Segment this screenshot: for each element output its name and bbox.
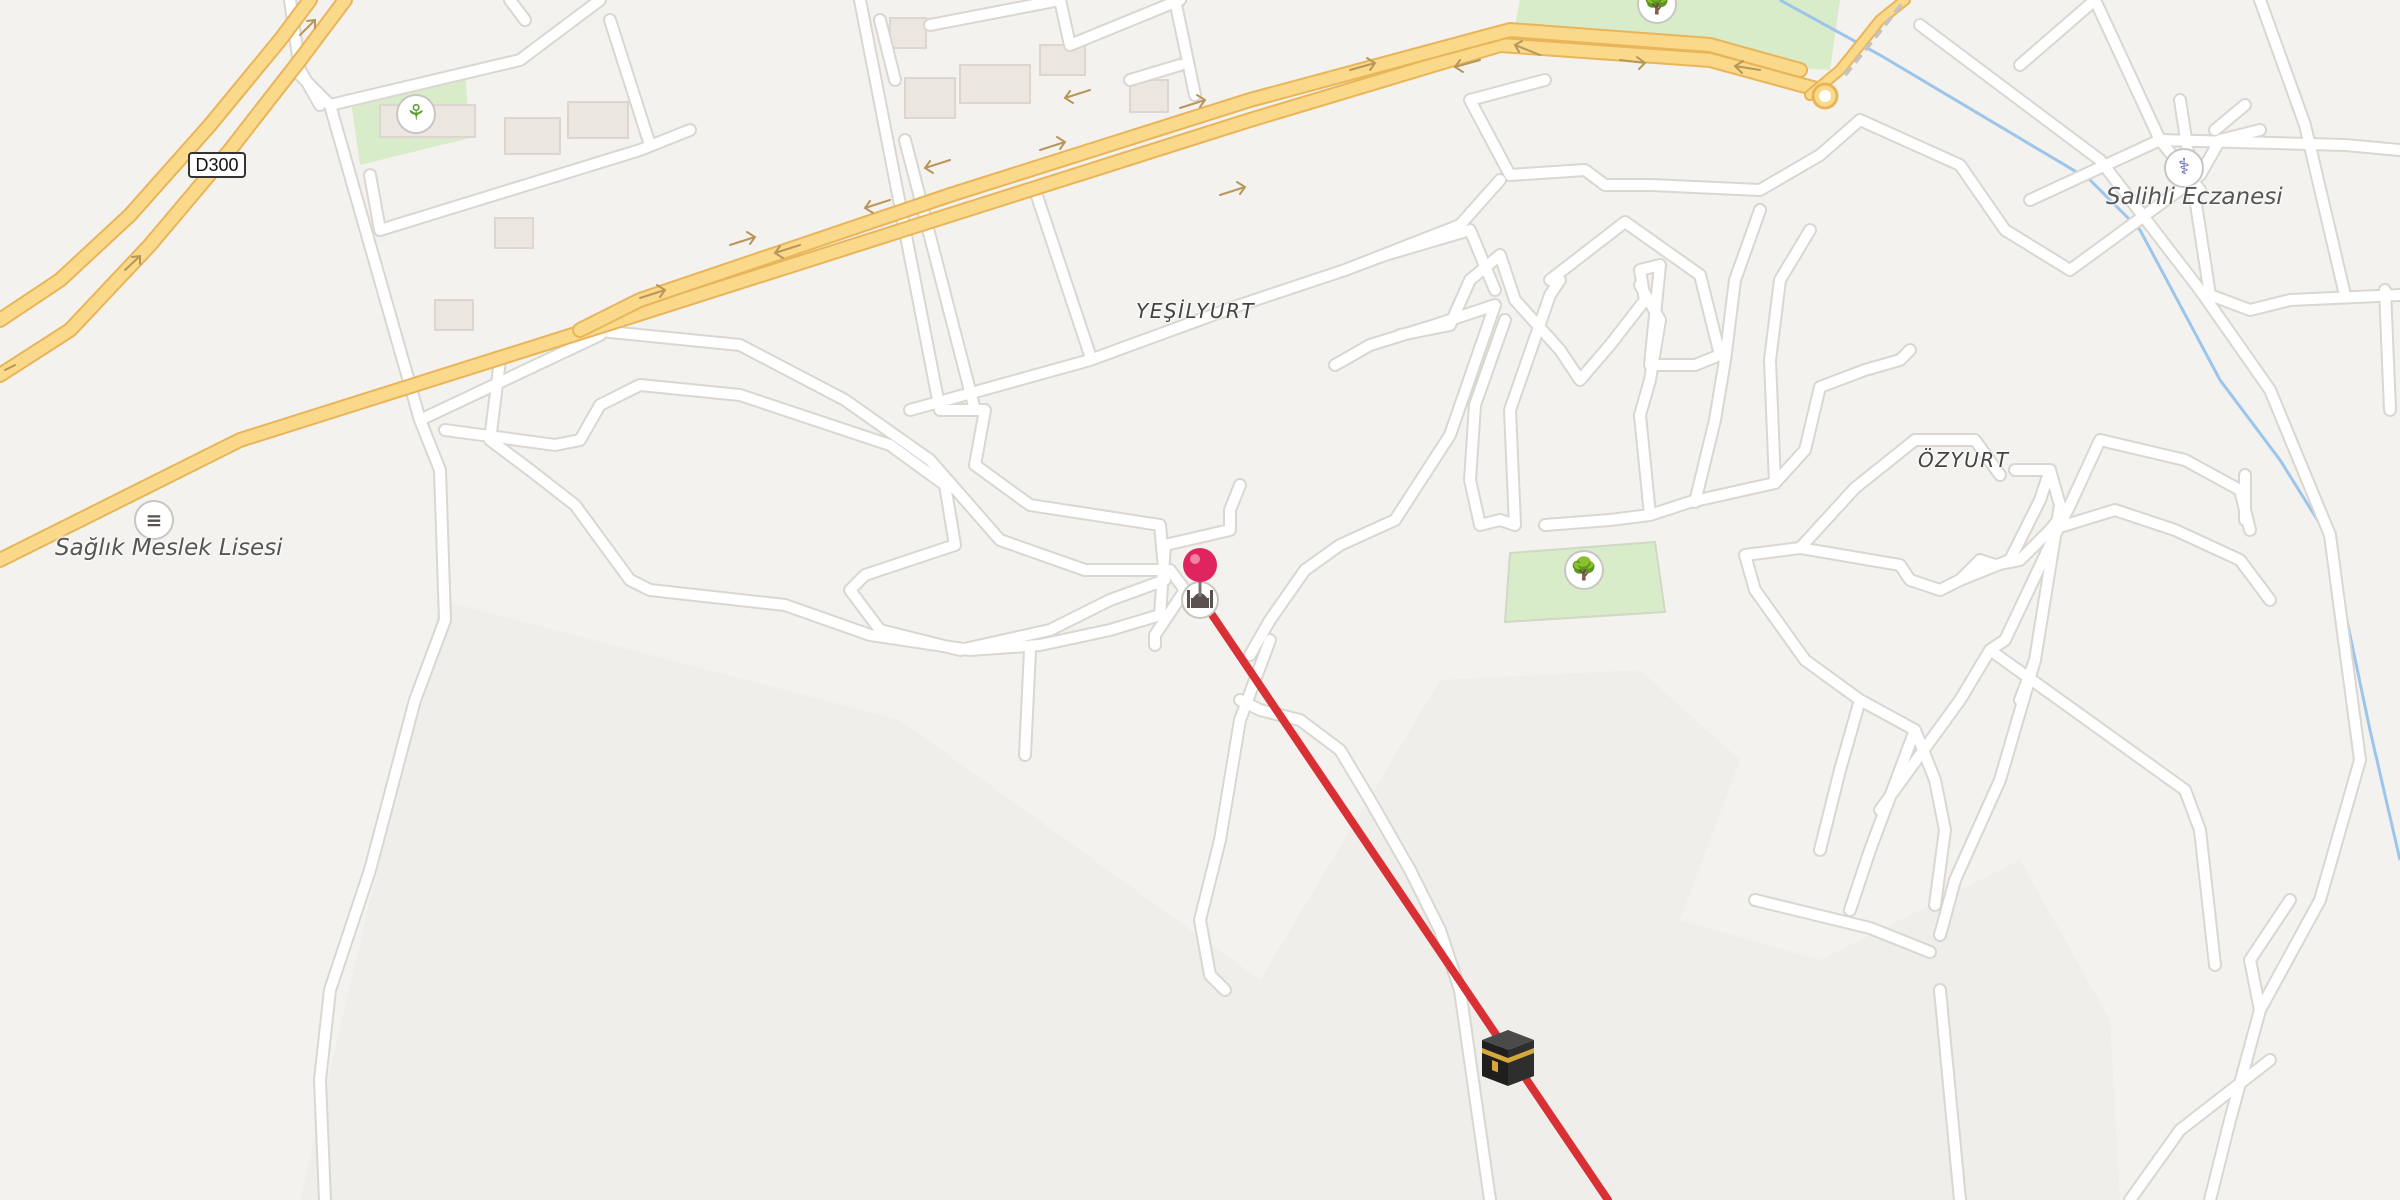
place-label-ozyurt: ÖZYURT — [1918, 448, 2010, 472]
garden-icon[interactable]: ⚘ — [396, 94, 436, 134]
map-canvas[interactable] — [0, 0, 2400, 1200]
poi-label-pharmacy[interactable]: Salihli Eczanesi — [2106, 184, 2283, 210]
poi-label-school[interactable]: Sağlık Meslek Lisesi — [55, 535, 283, 561]
road-shield-d300: D300 — [188, 152, 246, 178]
tree-icon[interactable]: 🌳 — [1564, 550, 1604, 590]
kaaba-icon[interactable] — [1482, 1030, 1534, 1086]
place-label-yesilyurt: YEŞİLYURT — [1136, 299, 1256, 323]
roundabout-center — [1819, 90, 1831, 102]
pharmacy-icon[interactable]: ⚕ — [2164, 148, 2204, 188]
school-icon[interactable]: ≡ — [134, 500, 174, 540]
